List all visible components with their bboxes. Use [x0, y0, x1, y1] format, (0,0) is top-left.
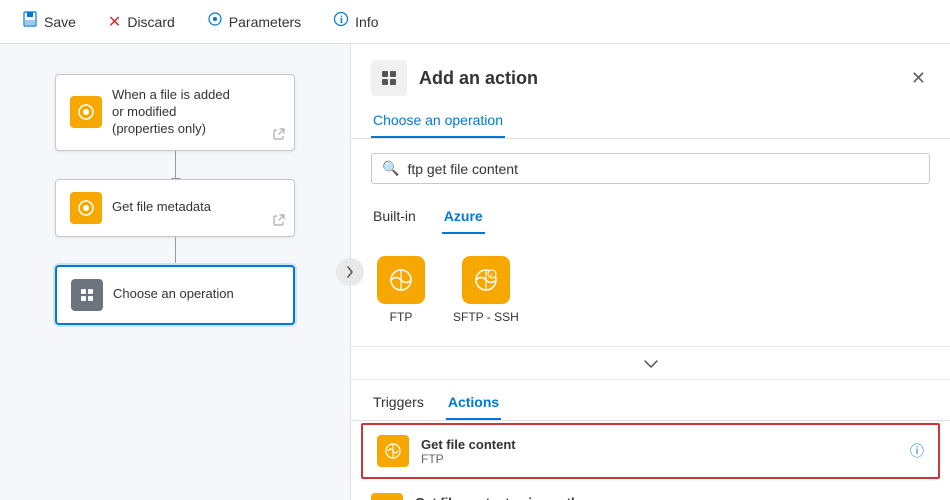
service-sftp-icon: ✓: [462, 256, 510, 304]
actions-tab[interactable]: Actions: [446, 390, 501, 420]
action-sub-1: FTP: [421, 452, 910, 466]
arrow-1: [175, 151, 176, 179]
svg-text:i: i: [340, 15, 343, 26]
step-trigger-text: When a file is addedor modified(properti…: [112, 87, 230, 138]
parameters-label: Parameters: [229, 14, 301, 30]
step-trigger-icon: [70, 96, 102, 128]
action-get-file-content-icon: [377, 435, 409, 467]
action-get-file-content-path[interactable]: Get file content using path FTP ⓘ: [351, 481, 950, 500]
info-icon: i: [333, 11, 349, 32]
save-label: Save: [44, 14, 76, 30]
collapse-panel-button[interactable]: [336, 258, 364, 286]
type-tabs: Built-in Azure: [351, 198, 950, 234]
panel-tabs: Choose an operation: [351, 96, 950, 139]
action-name-2: Get file content using path: [415, 495, 916, 500]
panel-header: Add an action ✕: [351, 44, 950, 96]
main-area: When a file is addedor modified(properti…: [0, 44, 950, 500]
action-get-file-content-path-icon: [371, 493, 403, 500]
panel-title-row: Add an action: [371, 60, 538, 96]
step-metadata[interactable]: Get file metadata: [55, 179, 295, 237]
actions-list: Get file content FTP ⓘ: [351, 421, 950, 500]
expand-button[interactable]: [624, 351, 678, 375]
step-trigger-link-icon: [272, 127, 286, 144]
step-metadata-link-icon: [272, 213, 286, 230]
save-icon: [22, 11, 38, 32]
parameters-icon: [207, 11, 223, 32]
info-button[interactable]: i Info: [327, 7, 384, 36]
step-metadata-text: Get file metadata: [112, 199, 211, 216]
step-choose-text: Choose an operation: [113, 286, 234, 303]
service-sftp-label: SFTP - SSH: [453, 310, 519, 324]
action-get-file-content-path-text: Get file content using path FTP: [415, 495, 916, 500]
action-get-file-content-text: Get file content FTP: [421, 437, 910, 466]
step-trigger[interactable]: When a file is addedor modified(properti…: [55, 74, 295, 151]
step-metadata-icon: [70, 192, 102, 224]
triggers-tab[interactable]: Triggers: [371, 390, 426, 420]
discard-label: Discard: [127, 14, 174, 30]
info-label: Info: [355, 14, 378, 30]
service-ftp-label: FTP: [390, 310, 413, 324]
add-action-panel: Add an action ✕ Choose an operation 🔍 Bu…: [350, 44, 950, 500]
action-tabs: Triggers Actions: [351, 380, 950, 421]
expand-row: [351, 346, 950, 380]
panel-title: Add an action: [419, 68, 538, 89]
search-box: 🔍: [371, 153, 930, 184]
svg-text:✓: ✓: [489, 273, 493, 279]
close-panel-button[interactable]: ✕: [907, 65, 930, 91]
action-get-file-content[interactable]: Get file content FTP ⓘ: [361, 423, 940, 479]
tab-built-in[interactable]: Built-in: [371, 202, 418, 234]
choose-operation-tab[interactable]: Choose an operation: [371, 106, 505, 138]
panel-wrapper: Add an action ✕ Choose an operation 🔍 Bu…: [350, 44, 950, 500]
search-area: 🔍: [351, 139, 950, 198]
service-sftp[interactable]: ✓ SFTP - SSH: [447, 250, 525, 330]
parameters-button[interactable]: Parameters: [201, 7, 307, 36]
service-ftp-icon: [377, 256, 425, 304]
services-row: FTP ✓ SFTP - SSH: [351, 234, 950, 346]
panel-header-icon: [371, 60, 407, 96]
service-ftp[interactable]: FTP: [371, 250, 431, 330]
toolbar: Save ✕ Discard Parameters i Info: [0, 0, 950, 44]
workflow-canvas: When a file is addedor modified(properti…: [0, 44, 350, 500]
step-choose-icon: [71, 279, 103, 311]
arrow-2: [175, 237, 176, 265]
tab-azure[interactable]: Azure: [442, 202, 485, 234]
step-choose[interactable]: Choose an operation: [55, 265, 295, 325]
action-info-icon-1[interactable]: ⓘ: [910, 441, 924, 461]
search-icon: 🔍: [382, 160, 399, 177]
discard-button[interactable]: ✕ Discard: [102, 8, 181, 36]
discard-icon: ✕: [108, 12, 121, 32]
action-name-1: Get file content: [421, 437, 910, 452]
search-input[interactable]: [407, 161, 919, 177]
save-button[interactable]: Save: [16, 7, 82, 36]
